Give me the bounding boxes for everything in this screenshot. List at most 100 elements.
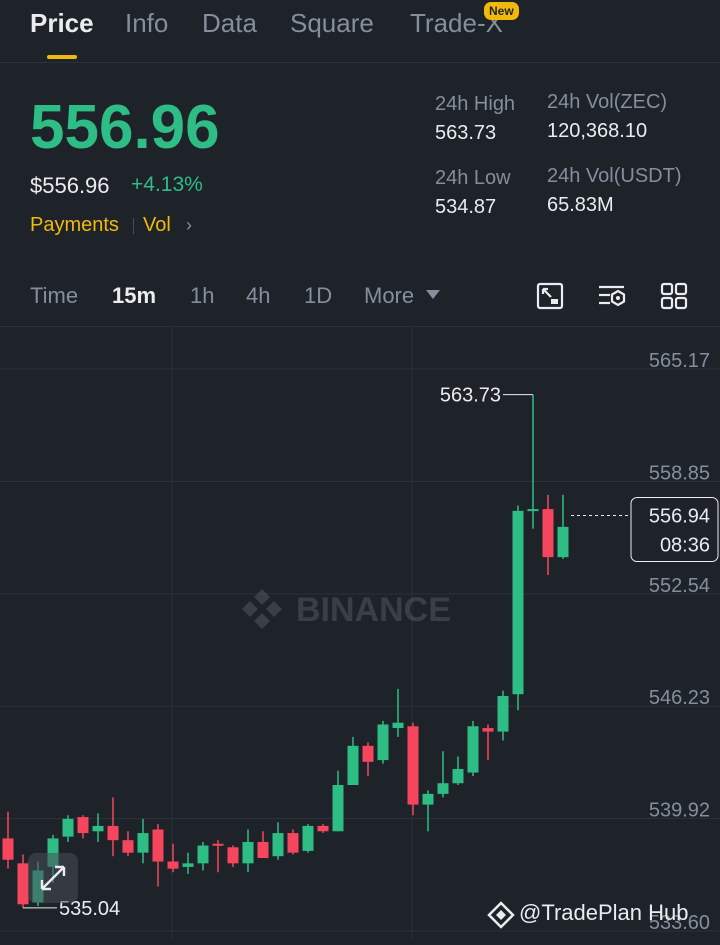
candle bbox=[62, 815, 74, 842]
candle-body bbox=[362, 745, 374, 762]
high-value: 563.73 bbox=[435, 122, 497, 144]
candle-body bbox=[2, 838, 14, 860]
link-separator bbox=[133, 218, 134, 234]
candle-body bbox=[317, 825, 329, 832]
candle-body bbox=[377, 724, 389, 761]
candle-body bbox=[557, 526, 569, 558]
candle bbox=[557, 494, 569, 559]
candle bbox=[107, 797, 119, 857]
candle-body bbox=[182, 863, 194, 867]
candle bbox=[317, 824, 329, 834]
candle bbox=[437, 751, 449, 798]
candle-body bbox=[152, 829, 164, 862]
candle bbox=[77, 815, 89, 839]
candle-body bbox=[77, 817, 89, 834]
candle-body bbox=[347, 745, 359, 786]
candle bbox=[17, 854, 29, 908]
candle-body bbox=[212, 843, 224, 846]
timeframe-1h[interactable]: 1h bbox=[190, 283, 214, 309]
timeframe-1d[interactable]: 1D bbox=[304, 283, 332, 309]
price-change-percent: +4.13% bbox=[131, 173, 203, 196]
vol-base-label: 24h Vol(ZEC) bbox=[547, 91, 668, 113]
vol-quote-label: 24h Vol(USDT) bbox=[547, 165, 682, 187]
candle bbox=[122, 831, 134, 857]
price-chart[interactable]: 565.17 558.85 552.54 546.23 539.92 533.60 BIN… bbox=[0, 326, 720, 940]
candle-body bbox=[122, 840, 134, 853]
footer-watermark: @TradePlan Hub bbox=[519, 900, 689, 925]
timeframe-time[interactable]: Time bbox=[30, 283, 78, 309]
candle bbox=[332, 770, 344, 832]
candle bbox=[362, 742, 374, 777]
expand-icon bbox=[40, 865, 66, 891]
candle-body bbox=[137, 833, 149, 853]
high-marker-label: 563.73 bbox=[440, 385, 501, 407]
candle-body bbox=[527, 509, 539, 512]
top-tab-bar: Price Info Data Square Trade-X New bbox=[0, 0, 720, 63]
candle bbox=[197, 841, 209, 871]
candle bbox=[422, 790, 434, 832]
indicators-icon[interactable] bbox=[596, 280, 628, 312]
vol-link[interactable]: Vol bbox=[143, 214, 171, 237]
chevron-right-icon[interactable]: › bbox=[186, 215, 192, 236]
candle bbox=[527, 394, 539, 529]
candle bbox=[137, 818, 149, 864]
candle-body bbox=[62, 818, 74, 837]
high-label: 24h High bbox=[435, 93, 516, 115]
candle-body bbox=[227, 847, 239, 864]
vol-base-value: 120,368.10 bbox=[547, 120, 648, 142]
timeframe-15m[interactable]: 15m bbox=[112, 283, 156, 309]
tab-data[interactable]: Data bbox=[202, 8, 257, 39]
candle-body bbox=[242, 841, 254, 864]
candle-body bbox=[467, 726, 479, 773]
low-label: 24h Low bbox=[435, 167, 511, 189]
candle-body bbox=[167, 861, 179, 869]
candlestick-chart[interactable]: 565.17558.85552.54546.23539.92533.60 BIN… bbox=[0, 327, 720, 940]
candle bbox=[302, 824, 314, 853]
candle-body bbox=[497, 695, 509, 732]
last-price: 556.96 bbox=[30, 93, 220, 162]
usd-price: $556.96 bbox=[30, 173, 110, 198]
chart-settings-icon[interactable] bbox=[534, 280, 566, 312]
tradeplan-logo-icon bbox=[487, 901, 515, 929]
candle bbox=[452, 756, 464, 786]
payments-link[interactable]: Payments bbox=[30, 214, 119, 237]
candle bbox=[152, 824, 164, 887]
candle-countdown: 08:36 bbox=[660, 534, 710, 556]
candle-body bbox=[17, 863, 29, 905]
timeframe-4h[interactable]: 4h bbox=[246, 283, 270, 309]
y-tick-label: 539.92 bbox=[649, 799, 710, 821]
candle-body bbox=[332, 785, 344, 832]
tab-price[interactable]: Price bbox=[30, 8, 94, 39]
candle-body bbox=[452, 768, 464, 784]
timeframe-more[interactable]: More bbox=[364, 283, 414, 309]
candles bbox=[2, 394, 569, 908]
candle bbox=[482, 724, 494, 761]
candle bbox=[542, 494, 554, 575]
candle-body bbox=[257, 841, 269, 858]
caret-down-icon[interactable] bbox=[426, 290, 440, 299]
candle bbox=[467, 720, 479, 777]
y-tick-label: 552.54 bbox=[649, 575, 710, 597]
candle bbox=[2, 811, 14, 869]
candle bbox=[212, 840, 224, 873]
y-tick-label: 565.17 bbox=[649, 350, 710, 372]
candle bbox=[167, 843, 179, 873]
candle-body bbox=[437, 783, 449, 794]
tab-square[interactable]: Square bbox=[290, 8, 374, 39]
vol-quote-value: 65.83M bbox=[547, 194, 614, 216]
candle bbox=[407, 722, 419, 816]
new-badge: New bbox=[484, 2, 519, 20]
tab-info[interactable]: Info bbox=[125, 8, 168, 39]
grid-icon[interactable] bbox=[658, 280, 690, 312]
chart-watermark: BINANCE bbox=[242, 589, 451, 629]
candle bbox=[347, 736, 359, 786]
candle-body bbox=[392, 722, 404, 729]
current-price-label: 556.94 bbox=[649, 505, 710, 527]
candle bbox=[182, 852, 194, 875]
fullscreen-button[interactable] bbox=[28, 853, 78, 903]
chart-grid: 565.17558.85552.54546.23539.92533.60 bbox=[0, 327, 720, 940]
binance-watermark-text: BINANCE bbox=[296, 591, 451, 629]
candle-body bbox=[422, 793, 434, 805]
low-value: 534.87 bbox=[435, 196, 497, 218]
candle bbox=[227, 845, 239, 867]
